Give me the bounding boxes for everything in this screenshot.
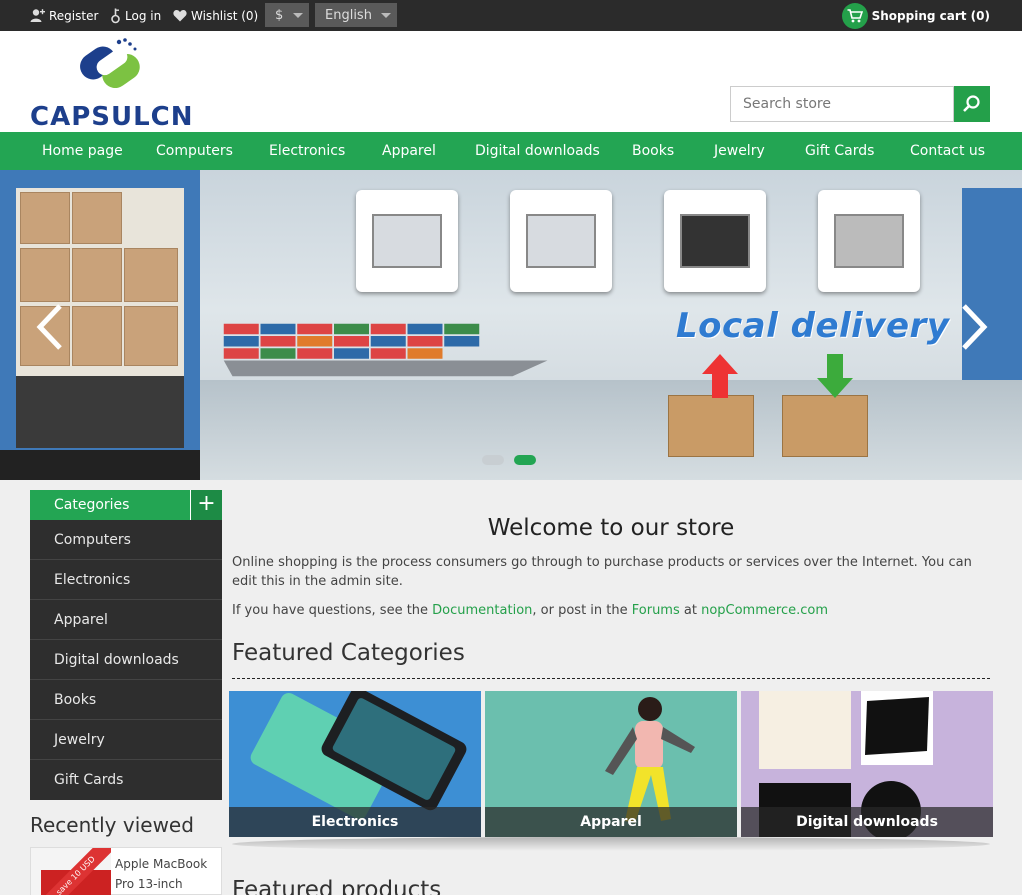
intro-text: Online shopping is the process consumers… — [232, 555, 972, 589]
store-logo[interactable]: CAPSULCN — [30, 36, 210, 132]
arrow-up-icon — [702, 354, 738, 398]
category-item-computers[interactable]: Computers — [30, 520, 222, 560]
sea-reflection — [200, 380, 1022, 480]
slider-dot-active[interactable] — [514, 455, 536, 465]
language-select[interactable]: English — [315, 3, 397, 27]
tile-caption: Electronics — [229, 807, 481, 837]
currency-select[interactable]: $ — [265, 3, 309, 27]
machine-card — [510, 190, 612, 292]
wishlist-label: Wishlist (0) — [191, 8, 259, 23]
categories-list: Computers Electronics Apparel Digital do… — [30, 520, 222, 800]
heart-icon — [173, 9, 187, 22]
category-item-digital-downloads[interactable]: Digital downloads — [30, 640, 222, 680]
hero-slider[interactable]: Local delivery — [0, 170, 1022, 480]
chevron-down-icon — [381, 13, 391, 18]
cargo-ship-image — [223, 323, 548, 377]
recently-viewed-title: Recently viewed — [30, 813, 194, 837]
nav-item-gift-cards[interactable]: Gift Cards — [805, 132, 874, 170]
user-plus-icon — [30, 9, 45, 22]
featured-category-electronics[interactable]: Electronics — [229, 691, 481, 837]
slider-next-arrow-icon[interactable] — [960, 302, 990, 352]
page-title: Welcome to our store — [487, 515, 735, 541]
top-bar: Register Log in Wishlist (0) $ English S… — [0, 0, 1022, 31]
category-item-jewelry[interactable]: Jewelry — [30, 720, 222, 760]
machine-card — [664, 190, 766, 292]
search-input[interactable]: Search store — [730, 86, 954, 122]
nopcommerce-link[interactable]: nopCommerce.com — [701, 603, 828, 618]
nav-item-contact-us[interactable]: Contact us — [910, 132, 985, 170]
slider-pagination — [482, 455, 538, 467]
categories-expand-button[interactable]: + — [190, 490, 222, 520]
cart-label: Shopping cart (0) — [871, 8, 990, 23]
questions-mid: , or post in the — [532, 603, 632, 618]
register-label: Register — [49, 8, 99, 23]
featured-products-title: Featured products — [232, 877, 442, 895]
nav-item-apparel[interactable]: Apparel — [382, 132, 436, 170]
main-nav: Home page Computers Electronics Apparel … — [0, 132, 1022, 170]
product-thumbnail[interactable]: save 10 USD — [31, 848, 111, 895]
banner-caption: Local delivery — [676, 306, 950, 346]
shopping-cart-link[interactable]: Shopping cart (0) — [841, 2, 990, 29]
featured-category-digital-downloads[interactable]: Digital downloads — [741, 691, 993, 837]
questions-text: If you have questions, see the Documenta… — [232, 601, 990, 620]
machine-card — [356, 190, 458, 292]
tile-caption: Apparel — [485, 807, 737, 837]
category-item-gift-cards[interactable]: Gift Cards — [30, 760, 222, 800]
header: CAPSULCN Search store — [0, 31, 1022, 132]
nav-item-jewelry[interactable]: Jewelry — [714, 132, 765, 170]
category-item-apparel[interactable]: Apparel — [30, 600, 222, 640]
key-icon — [111, 8, 120, 23]
slider-dot[interactable] — [482, 455, 504, 465]
tiles-shadow — [232, 837, 990, 851]
chevron-down-icon — [293, 13, 303, 18]
machine-card — [818, 190, 920, 292]
questions-at: at — [679, 603, 702, 618]
documentation-link[interactable]: Documentation — [432, 603, 532, 618]
search-button[interactable] — [954, 86, 990, 122]
box-image — [668, 395, 754, 457]
nav-item-books[interactable]: Books — [632, 132, 674, 170]
truck-image — [0, 170, 200, 480]
nav-item-digital-downloads[interactable]: Digital downloads — [475, 132, 600, 170]
featured-categories-title: Featured Categories — [232, 640, 465, 666]
cart-icon — [841, 2, 868, 29]
category-item-electronics[interactable]: Electronics — [30, 560, 222, 600]
slider-prev-arrow-icon[interactable] — [34, 302, 64, 352]
language-value: English — [325, 7, 372, 23]
category-item-books[interactable]: Books — [30, 680, 222, 720]
nav-item-electronics[interactable]: Electronics — [269, 132, 345, 170]
questions-prefix: If you have questions, see the — [232, 603, 433, 618]
search-icon — [963, 95, 980, 112]
login-label: Log in — [125, 8, 162, 23]
forums-link[interactable]: Forums — [632, 603, 680, 618]
box-image — [782, 395, 868, 457]
register-link[interactable]: Register — [30, 0, 98, 31]
nav-item-computers[interactable]: Computers — [156, 132, 233, 170]
capsule-logo-icon — [80, 38, 140, 89]
recent-product-name[interactable]: Apple MacBook Pro 13-inch — [115, 854, 215, 894]
arrow-down-icon — [817, 354, 853, 398]
featured-category-apparel[interactable]: Apparel — [485, 691, 737, 837]
login-link[interactable]: Log in — [110, 0, 161, 31]
tile-caption: Digital downloads — [741, 807, 993, 837]
currency-value: $ — [275, 7, 284, 23]
nav-item-home-page[interactable]: Home page — [42, 132, 123, 170]
divider — [232, 678, 990, 679]
recently-viewed-item[interactable]: save 10 USD Apple MacBook Pro 13-inch — [30, 847, 222, 895]
wishlist-link[interactable]: Wishlist (0) — [173, 0, 258, 31]
logo-wordmark: CAPSULCN — [30, 102, 194, 132]
